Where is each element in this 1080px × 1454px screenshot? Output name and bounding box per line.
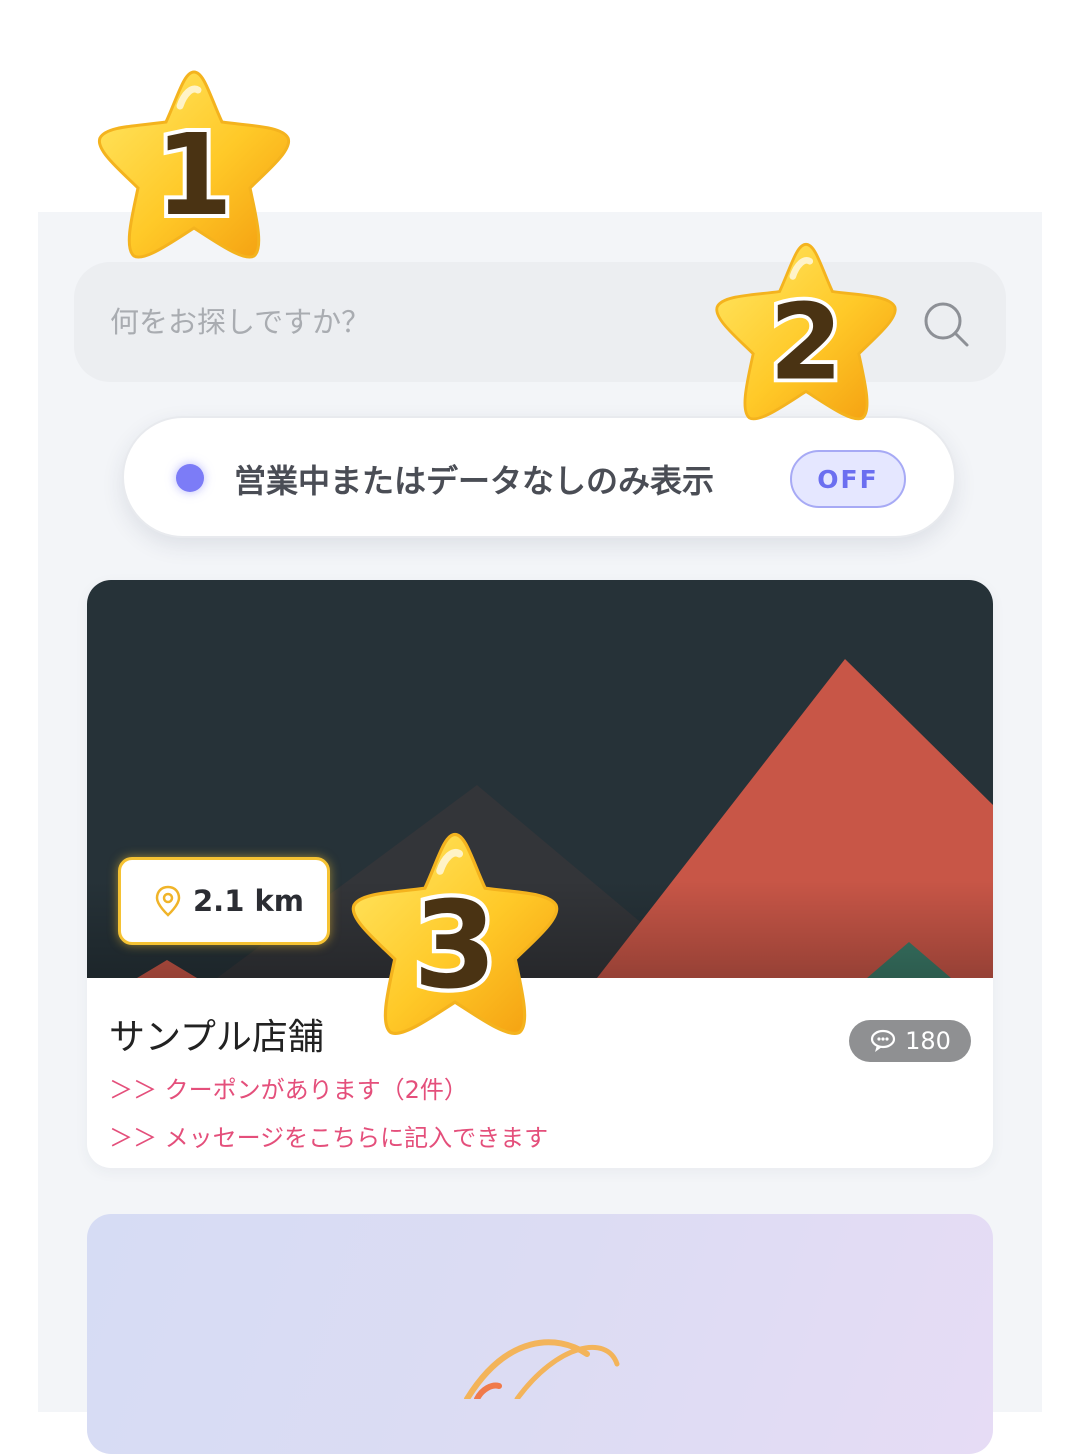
star-icon: 2 xyxy=(715,242,897,421)
search-icon[interactable] xyxy=(914,292,978,356)
open-filter-toggle[interactable]: 営業中またはデータなしのみ表示 OFF xyxy=(122,416,956,538)
status-dot-icon xyxy=(176,464,204,492)
distance-badge: 2.1 km xyxy=(118,857,330,945)
shop-image-2 xyxy=(464,1339,620,1402)
filter-label: 営業中またはデータなしのみ表示 xyxy=(234,462,715,500)
distance-text: 2.1 km xyxy=(193,884,304,918)
comment-icon xyxy=(870,1029,896,1052)
star-icon: 1 xyxy=(97,70,291,259)
toggle-switch[interactable]: OFF xyxy=(790,450,906,508)
shop-name: サンプル店舗 xyxy=(109,1017,324,1058)
shop-card-2[interactable] xyxy=(87,1214,993,1454)
star-icon: 3 xyxy=(351,832,559,1036)
location-pin-icon xyxy=(155,885,181,917)
star-label-2: 2 xyxy=(769,280,843,403)
star-label-1: 1 xyxy=(155,111,233,241)
review-count-badge: 180 xyxy=(849,1020,971,1062)
message-link[interactable]: ＞＞ メッセージをこちらに記入できます xyxy=(109,1118,548,1153)
star-label-3: 3 xyxy=(413,876,497,1016)
coupon-link[interactable]: ＞＞ クーポンがあります（2件） xyxy=(109,1070,468,1105)
review-count: 180 xyxy=(905,1027,951,1055)
